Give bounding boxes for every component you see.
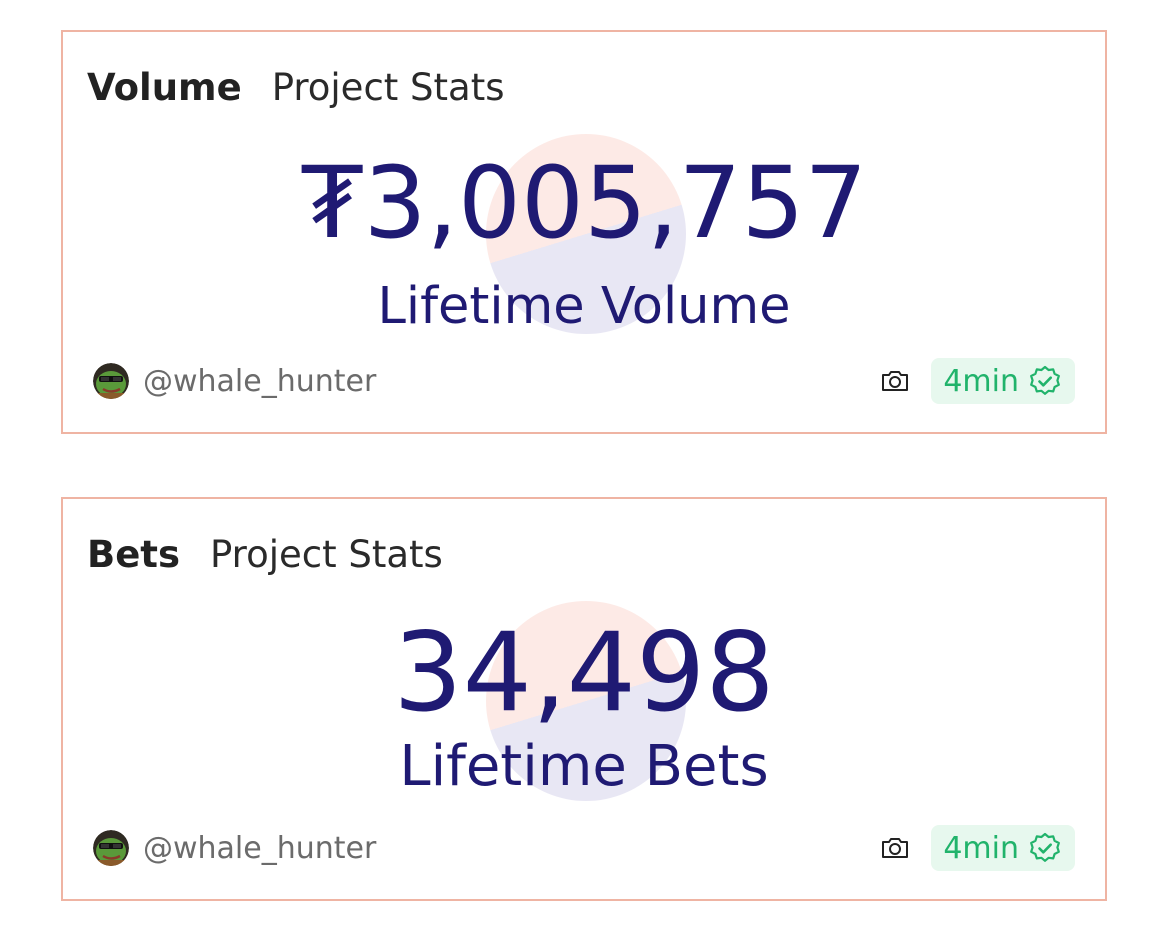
footer-actions: 4min [879,358,1075,404]
card-header: Bets Project Stats [87,533,443,576]
stat-caption: Lifetime Bets [399,734,769,799]
verified-check-icon [1029,832,1061,864]
freshness-time: 4min [943,830,1019,866]
freshness-badge: 4min [931,358,1075,404]
card-kind-label: Volume [87,66,242,109]
camera-icon[interactable] [879,365,911,397]
pepe-avatar-icon [93,830,129,866]
user-link[interactable]: @whale_hunter [93,825,376,871]
camera-icon[interactable] [879,832,911,864]
card-subtitle: Project Stats [271,66,505,109]
card-kind-label: Bets [87,533,181,576]
bets-stat-card: Bets Project Stats 34,498 Lifetime Bets … [61,497,1107,901]
stat-value: ₮3,005,757 [300,146,868,261]
card-header: Volume Project Stats [87,66,505,109]
user-handle: @whale_hunter [143,830,377,866]
freshness-time: 4min [943,363,1019,399]
user-handle: @whale_hunter [143,363,377,399]
card-footer: @whale_hunter 4min [93,825,1075,871]
footer-actions: 4min [879,825,1075,871]
stat-value: 34,498 [393,609,775,736]
stat-caption: Lifetime Volume [377,277,791,336]
card-footer: @whale_hunter 4min [93,358,1075,404]
freshness-badge: 4min [931,825,1075,871]
user-link[interactable]: @whale_hunter [93,358,376,404]
pepe-avatar-icon [93,363,129,399]
card-subtitle: Project Stats [210,533,443,576]
volume-stat-card: Volume Project Stats ₮3,005,757 Lifetime… [61,30,1107,434]
verified-check-icon [1029,365,1061,397]
